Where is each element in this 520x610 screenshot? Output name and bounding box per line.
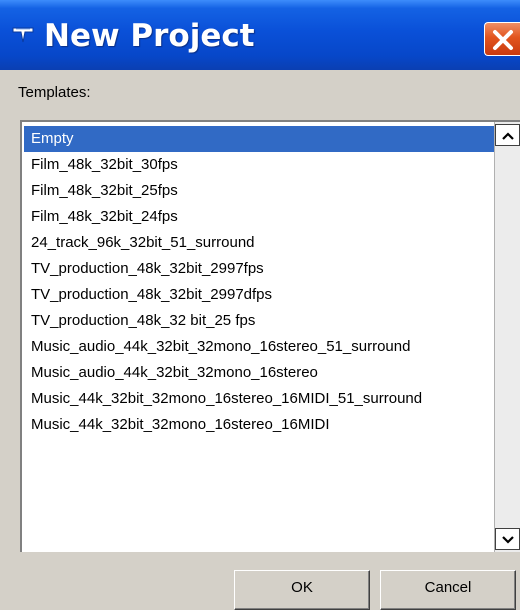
templates-listbox[interactable]: Empty Film_48k_32bit_30fps Film_48k_32bit_… [20, 120, 520, 552]
list-item[interactable]: TV_production_48k_32bit_2997fps [24, 256, 502, 282]
list-item-selected[interactable]: Empty [24, 126, 502, 152]
list-item[interactable]: Music_audio_44k_32bit_32mono_16stereo [24, 360, 502, 386]
list-item[interactable]: Music_44k_32bit_32mono_16stereo_16MIDI_5… [24, 386, 502, 412]
scroll-up-button[interactable] [495, 124, 520, 146]
templates-label: Templates: [18, 84, 91, 101]
ok-button[interactable]: OK [234, 570, 370, 610]
list-item[interactable]: Music_44k_32bit_32mono_16stereo_16MIDI [24, 412, 502, 438]
scroll-down-arrow-icon [502, 536, 514, 544]
scroll-up-arrow-icon [502, 132, 514, 140]
scroll-down-button[interactable] [495, 528, 520, 550]
list-item[interactable]: TV_production_48k_32bit_2997dfps [24, 282, 502, 308]
templates-list: Empty Film_48k_32bit_30fps Film_48k_32bit_… [24, 126, 502, 438]
list-item[interactable]: 24_track_96k_32bit_51_surround [24, 230, 502, 256]
list-item[interactable]: Film_48k_32bit_24fps [24, 204, 502, 230]
close-icon [493, 30, 513, 50]
window-title: New Project [44, 18, 255, 54]
close-button[interactable] [484, 22, 520, 56]
vertical-scrollbar[interactable] [494, 122, 520, 552]
cancel-button[interactable]: Cancel [380, 570, 516, 610]
title-bar[interactable]: New Project [0, 0, 520, 70]
list-item[interactable]: Music_audio_44k_32bit_32mono_16stereo_51… [24, 334, 502, 360]
cubase-icon[interactable] [12, 26, 34, 44]
list-item[interactable]: Film_48k_32bit_25fps [24, 178, 502, 204]
list-item[interactable]: TV_production_48k_32 bit_25 fps [24, 308, 502, 334]
list-item[interactable]: Film_48k_32bit_30fps [24, 152, 502, 178]
new-project-dialog: New Project Templates: Empty Film_48k_32b… [0, 0, 520, 610]
